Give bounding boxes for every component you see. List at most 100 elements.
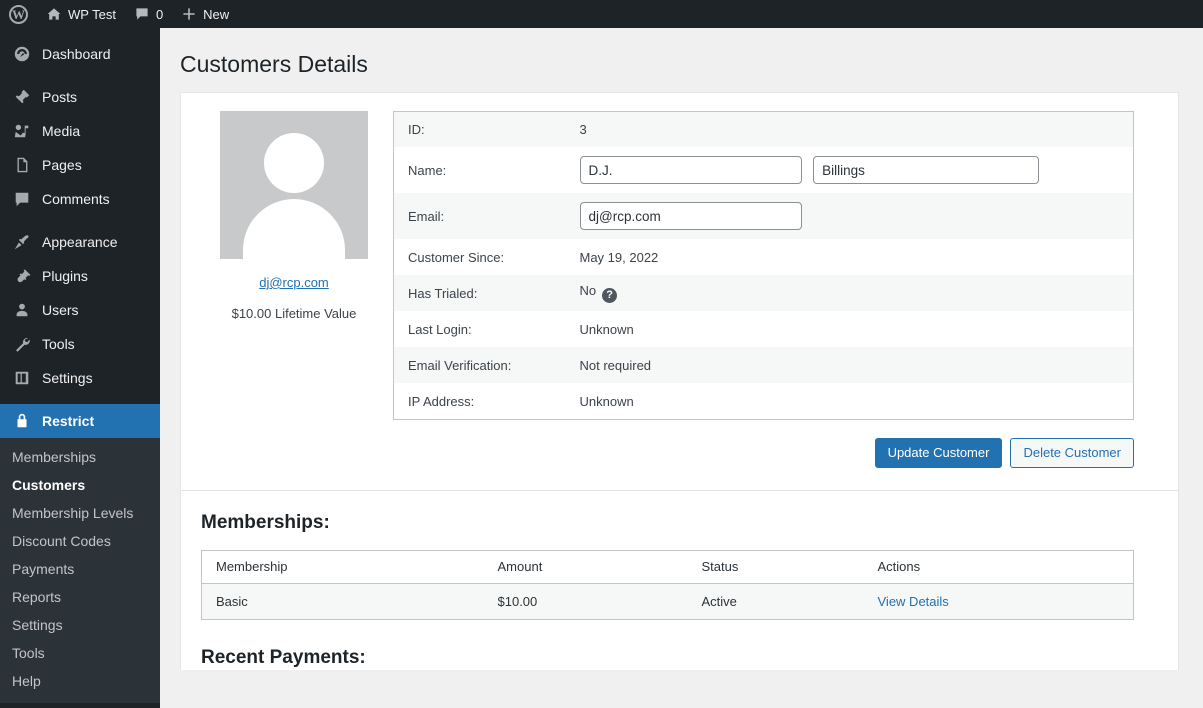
field-label-email: Email: bbox=[408, 208, 445, 224]
field-label-ip-address: IP Address: bbox=[408, 393, 475, 409]
sidebar-item-media[interactable]: Media bbox=[0, 114, 160, 148]
sidebar-item-comments[interactable]: Comments bbox=[0, 182, 160, 216]
submenu-item-settings[interactable]: Settings bbox=[0, 611, 160, 639]
field-value-customer-since: May 19, 2022 bbox=[579, 249, 659, 265]
sidebar-item-posts[interactable]: Posts bbox=[0, 80, 160, 114]
sidebar-item-pages[interactable]: Pages bbox=[0, 148, 160, 182]
cell-actions: View Details bbox=[863, 583, 1134, 620]
column-header-status: Status bbox=[687, 550, 864, 584]
menu-spacer-top bbox=[0, 28, 160, 37]
submenu-item-discount-codes[interactable]: Discount Codes bbox=[0, 527, 160, 555]
sidebar-item-label: Settings bbox=[42, 370, 93, 386]
field-value-last-login: Unknown bbox=[579, 321, 634, 337]
table-row-customer-since: Customer Since: May 19, 2022 bbox=[394, 239, 1134, 275]
restrict-submenu: Memberships Customers Membership Levels … bbox=[0, 438, 160, 703]
sidebar-item-label: Comments bbox=[42, 191, 110, 207]
main-content: Customers Details dj@rcp.com $10.00 Life… bbox=[160, 28, 1203, 708]
site-name-label: WP Test bbox=[68, 6, 116, 22]
submenu-item-payments[interactable]: Payments bbox=[0, 555, 160, 583]
sidebar-item-plugins[interactable]: Plugins bbox=[0, 259, 160, 293]
sidebar-item-tools[interactable]: Tools bbox=[0, 327, 160, 361]
sidebar-item-dashboard[interactable]: Dashboard bbox=[0, 37, 160, 71]
avatar-head-shape bbox=[264, 132, 324, 193]
table-row-last-login: Last Login: Unknown bbox=[394, 311, 1134, 347]
sidebar-item-appearance[interactable]: Appearance bbox=[0, 225, 160, 259]
user-icon bbox=[12, 300, 32, 320]
payments-heading: Recent Payments: bbox=[201, 646, 366, 668]
update-customer-button[interactable]: Update Customer bbox=[874, 437, 1003, 468]
wordpress-logo-icon: W bbox=[9, 4, 28, 24]
table-row-has-trialed: Has Trialed: No? bbox=[393, 275, 1134, 312]
field-value-id: 3 bbox=[579, 122, 587, 138]
column-header-actions: Actions bbox=[863, 550, 1134, 584]
email-input[interactable] bbox=[579, 202, 802, 231]
site-name-button[interactable]: WP Test bbox=[37, 0, 125, 28]
field-value-email-verification: Not required bbox=[579, 357, 652, 373]
submenu-item-tools[interactable]: Tools bbox=[0, 639, 160, 667]
customer-summary: dj@rcp.com $10.00 Lifetime Value ID: 3 N… bbox=[181, 93, 1178, 420]
field-label-last-login: Last Login: bbox=[408, 321, 472, 337]
customer-email-link[interactable]: dj@rcp.com bbox=[195, 275, 393, 290]
sidebar-item-label: Plugins bbox=[42, 268, 88, 284]
cell-status: Active bbox=[687, 583, 864, 620]
lifetime-value-label: $10.00 Lifetime Value bbox=[231, 305, 357, 321]
pin-icon bbox=[12, 87, 32, 107]
field-label-has-trialed: Has Trialed: bbox=[408, 285, 478, 301]
menu-separator-1 bbox=[0, 71, 160, 80]
field-label-name: Name: bbox=[408, 162, 447, 178]
table-row: Basic $10.00 Active View Details bbox=[201, 583, 1134, 620]
column-header-membership: Membership bbox=[201, 550, 484, 584]
comments-count: 0 bbox=[155, 6, 164, 22]
wrench-icon bbox=[12, 334, 32, 354]
admin-bar: W WP Test 0 New bbox=[0, 0, 1203, 28]
sidebar-item-label: Dashboard bbox=[42, 46, 111, 62]
sidebar-item-restrict[interactable]: Restrict bbox=[0, 404, 168, 438]
table-row-id: ID: 3 bbox=[393, 111, 1134, 148]
plus-icon bbox=[181, 6, 197, 22]
dashboard-icon bbox=[12, 44, 32, 64]
customer-details-table: ID: 3 Name: Email: bbox=[393, 110, 1134, 420]
cell-membership: Basic bbox=[201, 583, 484, 620]
has-trialed-value: No bbox=[579, 283, 597, 299]
view-details-link[interactable]: View Details bbox=[878, 594, 949, 609]
table-row-email: Email: bbox=[393, 193, 1134, 240]
memberships-heading: Memberships: bbox=[201, 511, 330, 533]
lock-icon bbox=[12, 411, 32, 431]
avatar bbox=[220, 110, 368, 259]
admin-sidebar: Dashboard Posts Media Pages Comments App… bbox=[0, 28, 168, 708]
submenu-item-customers[interactable]: Customers bbox=[0, 471, 160, 499]
submenu-item-reports[interactable]: Reports bbox=[0, 583, 160, 611]
delete-customer-button[interactable]: Delete Customer bbox=[1010, 437, 1134, 468]
help-icon[interactable]: ? bbox=[602, 288, 618, 304]
field-label-customer-since: Customer Since: bbox=[408, 249, 505, 265]
pages-icon bbox=[12, 155, 32, 175]
menu-separator-2 bbox=[0, 216, 160, 225]
first-name-input[interactable] bbox=[579, 156, 802, 185]
new-label: New bbox=[203, 6, 230, 22]
brush-icon bbox=[12, 232, 32, 252]
table-row-name: Name: bbox=[394, 147, 1134, 193]
comments-icon bbox=[12, 189, 32, 209]
sidebar-item-settings[interactable]: Settings bbox=[0, 361, 160, 395]
submenu-item-membership-levels[interactable]: Membership Levels bbox=[0, 499, 160, 527]
sidebar-item-users[interactable]: Users bbox=[0, 293, 160, 327]
wp-logo-button[interactable]: W bbox=[0, 0, 37, 28]
memberships-header-row: Membership Amount Status Actions bbox=[201, 550, 1134, 584]
submenu-item-memberships[interactable]: Memberships bbox=[0, 443, 160, 471]
submenu-item-help[interactable]: Help bbox=[0, 667, 160, 695]
sidebar-item-label: Posts bbox=[42, 89, 78, 105]
sidebar-item-label: Users bbox=[42, 302, 79, 318]
avatar-column: dj@rcp.com $10.00 Lifetime Value bbox=[181, 110, 393, 420]
settings-icon bbox=[12, 368, 32, 388]
menu-separator-3 bbox=[0, 395, 160, 404]
plug-icon bbox=[12, 266, 32, 286]
last-name-input[interactable] bbox=[813, 156, 1040, 185]
cell-amount: $10.00 bbox=[483, 583, 688, 620]
sidebar-item-label: Restrict bbox=[42, 413, 95, 429]
field-value-has-trialed: No? bbox=[580, 275, 1134, 311]
memberships-table: Membership Amount Status Actions Basic $… bbox=[201, 549, 1134, 620]
new-content-button[interactable]: New bbox=[172, 0, 238, 28]
comment-bubble-icon bbox=[134, 6, 150, 22]
comments-button[interactable]: 0 bbox=[125, 0, 172, 28]
payments-section: Recent Payments: bbox=[181, 620, 1178, 671]
